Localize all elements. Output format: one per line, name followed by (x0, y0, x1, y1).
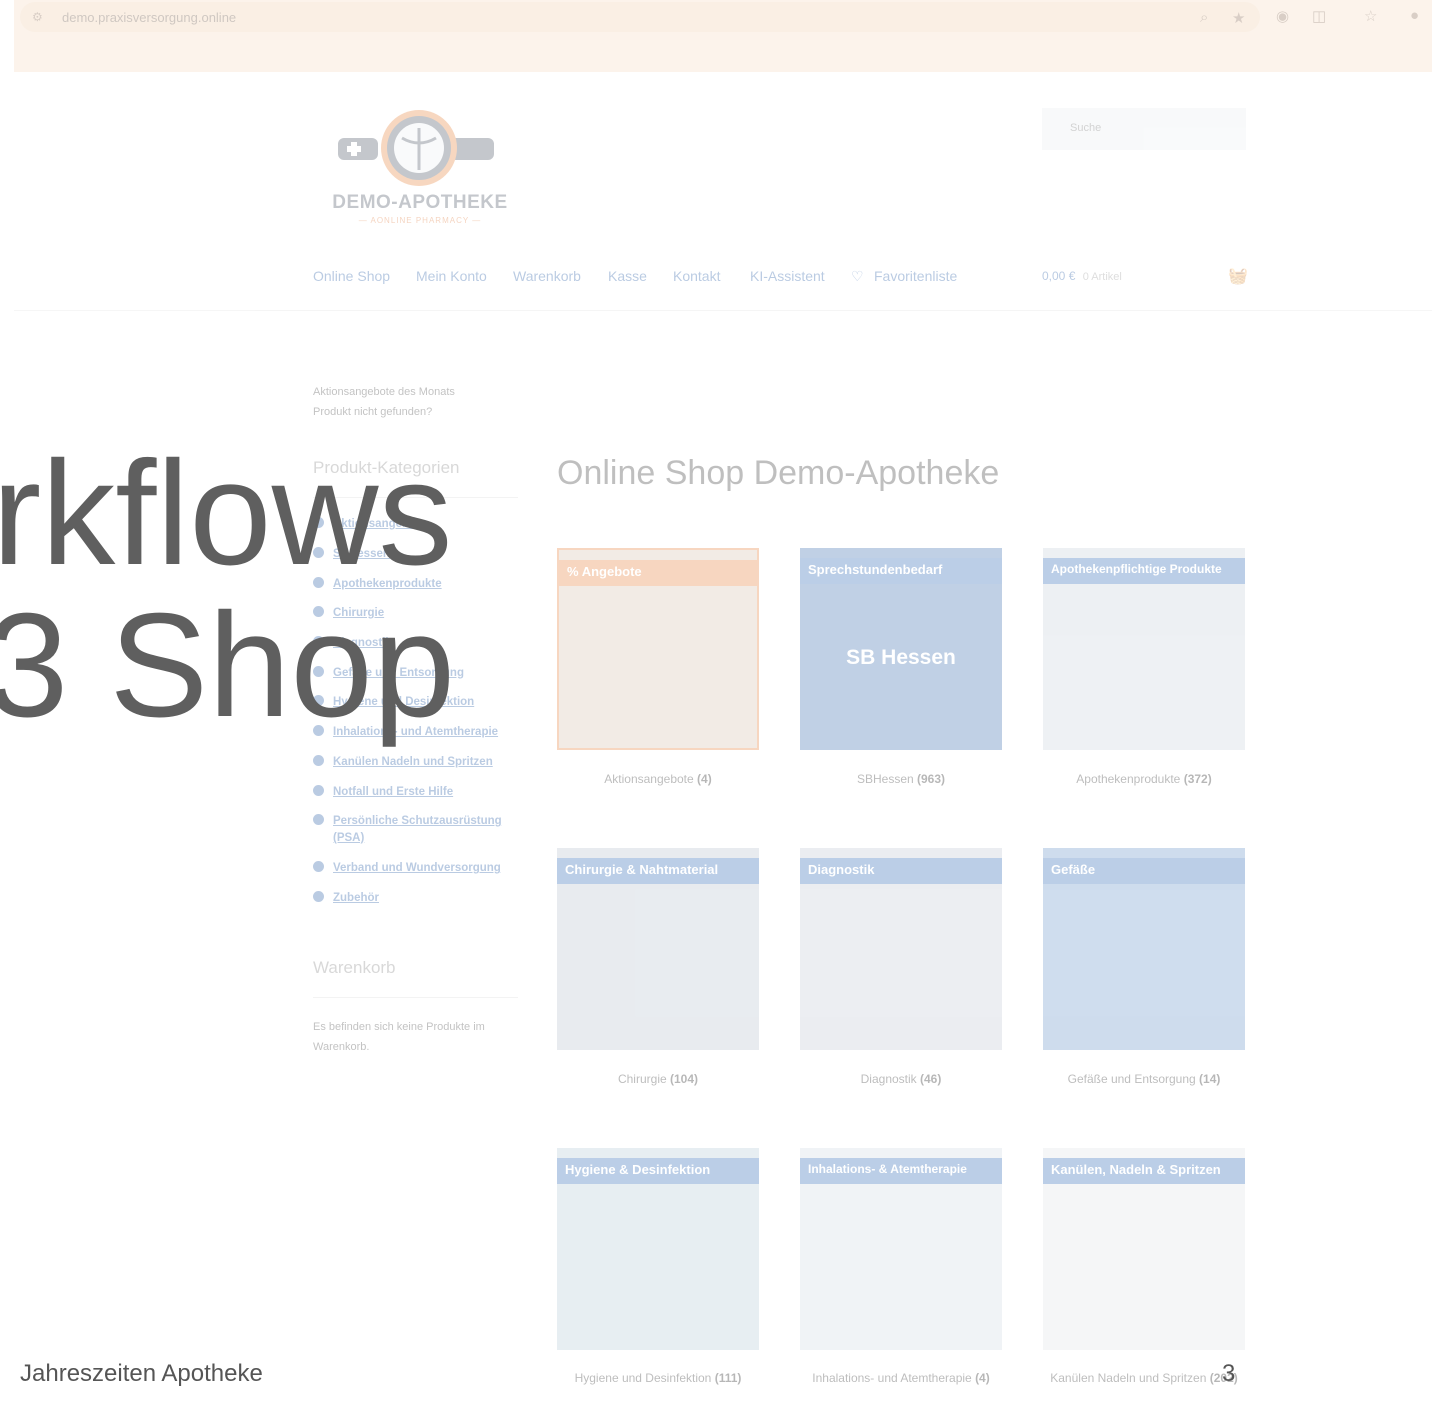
tile-center-label: SB Hessen (846, 646, 956, 669)
bullet-icon (313, 891, 324, 902)
category-link[interactable]: Notfall und Erste Hilfe (313, 785, 453, 798)
category-tile[interactable]: Chirurgie & Nahtmaterial (557, 848, 759, 1050)
category-tile[interactable]: Hygiene & Desinfektion (557, 1148, 759, 1350)
category-link[interactable]: Verband und Wundversorgung (313, 861, 501, 874)
tile-band-label: % Angebote (567, 564, 642, 579)
tile-caption[interactable]: Aktionsangebote (4) (557, 772, 759, 786)
search-input[interactable] (1068, 121, 1242, 135)
nav-ki-assistent[interactable]: KI-Assistent (750, 268, 825, 284)
tile-band-label: Inhalations- & Atemtherapie (808, 1162, 967, 1176)
category-link[interactable]: Persönliche Schutzausrüstung (313, 814, 502, 827)
tile-caption[interactable]: Gefäße und Entsorgung (14) (1043, 1072, 1245, 1086)
tile-band-label: Diagnostik (808, 862, 875, 877)
header-divider (14, 310, 1432, 311)
browser-toolbar: ⚙ demo.praxisversorgung.online ⌕ ★ ◉ ◫ ☆… (14, 0, 1432, 72)
category-link[interactable]: Zubehör (313, 891, 379, 904)
tile-caption[interactable]: Apothekenprodukte (372) (1043, 772, 1245, 786)
basket-icon[interactable]: 🧺 (1228, 266, 1248, 286)
logo-tagline: — AONLINE PHARMACY — (358, 216, 482, 225)
tile-caption[interactable]: Diagnostik (46) (800, 1072, 1002, 1086)
bullet-icon (313, 861, 324, 872)
category-tile[interactable]: Inhalations- & Atemtherapie (800, 1148, 1002, 1350)
tile-band-label: Gefäße (1051, 862, 1096, 877)
caduceus-logo-icon (338, 110, 494, 186)
nav-kasse[interactable]: Kasse (608, 268, 647, 284)
tile-caption[interactable]: Hygiene und Desinfektion (111) (557, 1371, 759, 1385)
cart-count: 0 Artikel (1082, 271, 1122, 283)
category-tile[interactable]: Gefäße (1043, 848, 1245, 1050)
tile-caption[interactable]: Kanülen Nadeln und Spritzen (202) (1043, 1371, 1245, 1385)
tile-caption[interactable]: Chirurgie (104) (557, 1072, 759, 1086)
promo-link-aktion[interactable]: Aktionsangebote des Monats (313, 386, 455, 398)
cart-empty-text: Es befinden sich keine Produkte im Waren… (313, 1021, 485, 1053)
cart-total: 0,00 € (1042, 269, 1076, 283)
zoom-icon[interactable]: ⌕ (1200, 9, 1208, 26)
tile-caption[interactable]: Inhalations- und Atemtherapie (4) (800, 1371, 1002, 1385)
site-settings-icon[interactable]: ⚙ (32, 10, 46, 24)
puzzle-icon[interactable]: ◫ (1312, 7, 1326, 25)
tile-band-label: Chirurgie & Nahtmaterial (565, 862, 719, 877)
slide-footer: Jahreszeiten Apotheke (20, 1360, 263, 1387)
nav-warenkorb[interactable]: Warenkorb (513, 268, 581, 284)
tile-band-label: Sprechstundenbedarf (808, 562, 943, 577)
category-tile[interactable]: % Angebote (557, 548, 759, 750)
bullet-icon (313, 814, 324, 825)
heart-icon: ♡ (851, 268, 864, 284)
category-tile[interactable]: Kanülen, Nadeln & Spritzen (1043, 1148, 1245, 1350)
bookmarks-icon[interactable]: ☆ (1364, 7, 1377, 25)
bullet-icon (313, 755, 324, 766)
extension-icon[interactable]: ◉ (1276, 7, 1289, 25)
tile-band-label: Apothekenpflichtige Produkte (1051, 562, 1222, 576)
nav-kontakt[interactable]: Kontakt (673, 268, 720, 284)
bookmark-star-icon[interactable]: ★ (1232, 9, 1245, 27)
category-tile[interactable]: Apothekenpflichtige Produkte (1043, 548, 1245, 750)
nav-mein-konto[interactable]: Mein Konto (416, 268, 487, 284)
address-bar[interactable]: ⚙ demo.praxisversorgung.online ⌕ ★ (20, 2, 1260, 32)
category-tile[interactable]: Diagnostik (800, 848, 1002, 1050)
slide-title-line-2: 3 Shop (0, 583, 456, 748)
tile-band-label: Hygiene & Desinfektion (565, 1162, 711, 1177)
bullet-icon (313, 785, 324, 796)
nav-online-shop[interactable]: Online Shop (313, 268, 390, 284)
slide-title-line-1: rkflows (0, 431, 453, 596)
tile-band-label: Kanülen, Nadeln & Spritzen (1051, 1162, 1221, 1177)
promo-link-not-found[interactable]: Produkt nicht gefunden? (313, 406, 432, 418)
page-title: Online Shop Demo-Apotheke (557, 454, 1000, 492)
category-tile[interactable]: Sprechstundenbedarf SB Hessen (800, 548, 1002, 750)
tile-caption[interactable]: SBHessen (963) (800, 772, 1002, 786)
shop-logo[interactable]: DEMO-APOTHEKE — AONLINE PHARMACY — (332, 108, 508, 228)
url-text: demo.praxisversorgung.online (62, 10, 237, 25)
slide-page-number: 3 (1222, 1360, 1236, 1387)
sidebar-divider (313, 997, 518, 998)
header-cart[interactable]: 0,00 € 0 Artikel (1042, 269, 1122, 283)
profile-avatar[interactable]: ● (1410, 7, 1419, 24)
logo-wordmark: DEMO-APOTHEKE (332, 192, 508, 213)
search-box[interactable] (1042, 108, 1246, 150)
nav-favoritenliste[interactable]: Favoritenliste (874, 268, 957, 284)
category-link-continuation[interactable]: (PSA) (333, 832, 364, 844)
cart-heading: Warenkorb (313, 958, 396, 977)
category-link[interactable]: Kanülen Nadeln und Spritzen (313, 755, 493, 768)
